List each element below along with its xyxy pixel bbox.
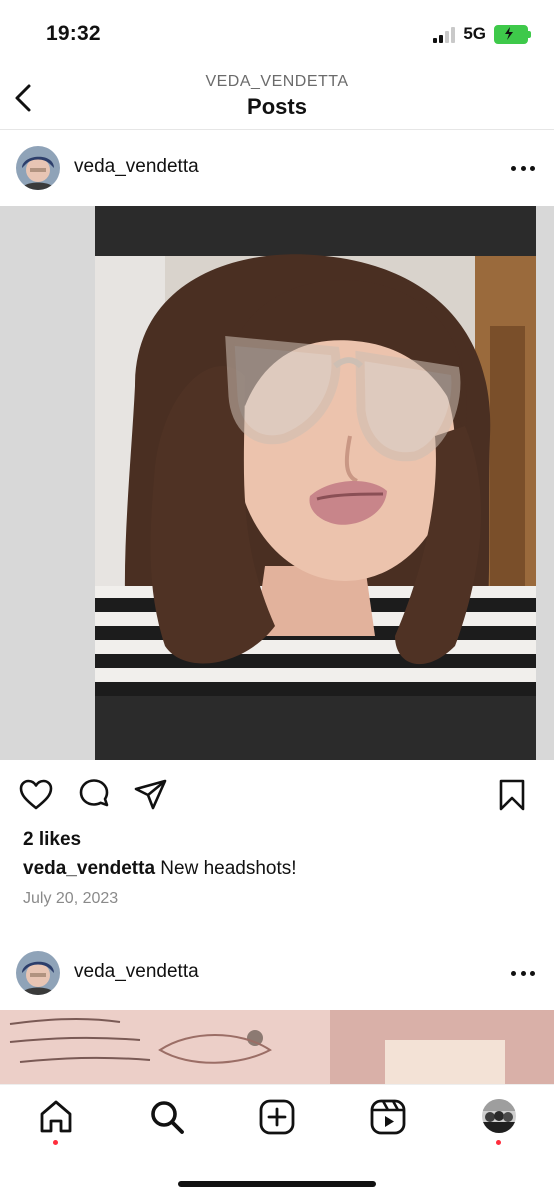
post-username[interactable]: veda_vendetta bbox=[74, 961, 199, 983]
header-username: VEDA_VENDETTA bbox=[205, 73, 349, 90]
caption-username[interactable]: veda_vendetta bbox=[23, 858, 155, 879]
avatar[interactable] bbox=[16, 146, 60, 190]
bookmark-icon[interactable] bbox=[494, 777, 530, 813]
home-indicator[interactable] bbox=[178, 1181, 376, 1187]
home-icon[interactable] bbox=[36, 1097, 76, 1137]
battery-icon bbox=[494, 24, 531, 44]
signal-icon bbox=[433, 26, 456, 43]
page-title: Posts bbox=[247, 94, 307, 119]
avatar[interactable] bbox=[16, 951, 60, 995]
more-options-icon[interactable] bbox=[511, 969, 535, 977]
create-icon[interactable] bbox=[257, 1097, 297, 1137]
header-divider bbox=[0, 129, 554, 130]
caption-text: New headshots! bbox=[155, 858, 297, 879]
post-caption: veda_vendetta New headshots! bbox=[23, 858, 297, 880]
status-indicators: 5G bbox=[433, 24, 531, 44]
network-type: 5G bbox=[463, 24, 486, 43]
send-icon[interactable] bbox=[133, 777, 169, 813]
search-icon[interactable] bbox=[147, 1097, 187, 1137]
post-date: July 20, 2023 bbox=[23, 890, 119, 907]
reels-icon[interactable] bbox=[368, 1097, 408, 1137]
heart-icon[interactable] bbox=[18, 777, 54, 813]
more-options-icon[interactable] bbox=[511, 164, 535, 172]
post-username[interactable]: veda_vendetta bbox=[74, 156, 199, 178]
post-photo[interactable] bbox=[95, 206, 536, 760]
profile-avatar[interactable] bbox=[482, 1099, 516, 1133]
likes-count[interactable]: 2 likes bbox=[23, 829, 81, 851]
comment-icon[interactable] bbox=[76, 777, 112, 813]
post-photo[interactable] bbox=[0, 1010, 554, 1084]
status-time: 19:32 bbox=[46, 22, 101, 45]
profile-notification-dot bbox=[496, 1140, 501, 1145]
home-notification-dot bbox=[53, 1140, 58, 1145]
